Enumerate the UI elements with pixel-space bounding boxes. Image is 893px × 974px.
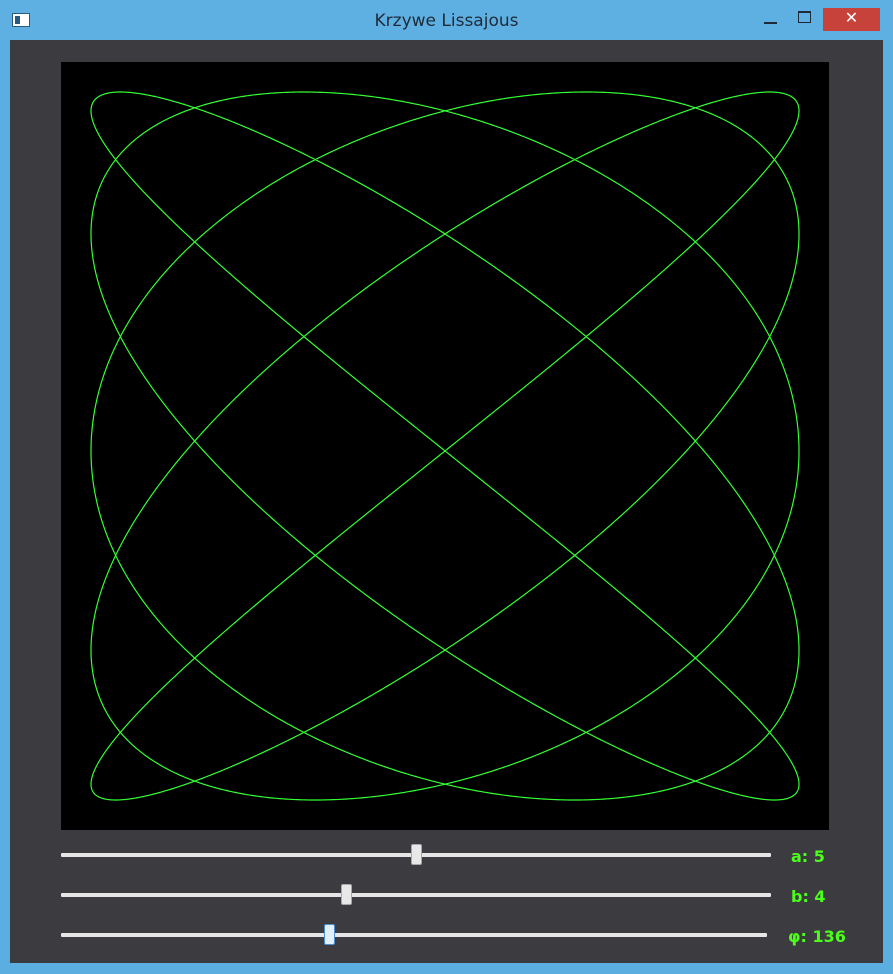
slider-a-thumb[interactable] [410,844,422,865]
lissajous-curve-plot [90,91,800,801]
slider-b-track[interactable] [61,893,771,897]
slider-phi-thumb[interactable] [323,924,335,945]
slider-phi-track[interactable] [61,933,767,937]
app-window: Krzywe Lissajous ✕ a: 5 b: 4 φ: 136 [0,0,893,974]
close-button[interactable]: ✕ [823,8,880,31]
lissajous-canvas [61,62,829,830]
slider-a[interactable] [61,844,773,866]
slider-b[interactable] [61,884,773,906]
slider-phi-label: φ: 136 [788,927,846,946]
slider-b-label: b: 4 [791,887,826,906]
lissajous-curve [90,91,800,801]
slider-b-thumb[interactable] [340,884,352,905]
minimize-button[interactable] [755,8,785,31]
slider-a-label: a: 5 [791,847,825,866]
window-bottom-border [0,963,893,974]
title-bar[interactable]: Krzywe Lissajous ✕ [0,0,893,40]
client-area: a: 5 b: 4 φ: 136 [10,40,883,963]
slider-phi[interactable] [61,924,769,946]
maximize-button[interactable] [789,8,819,31]
